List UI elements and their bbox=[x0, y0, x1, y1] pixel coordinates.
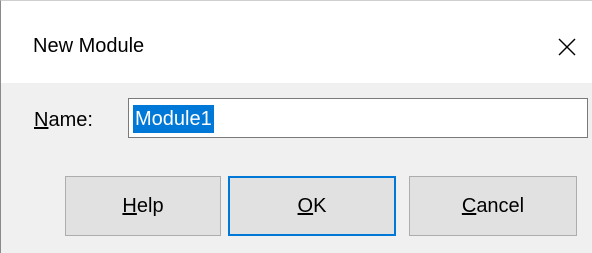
ok-button-mnemonic: O bbox=[297, 194, 314, 217]
cancel-button[interactable]: Cancel bbox=[409, 176, 577, 236]
help-button-mnemonic: H bbox=[122, 194, 137, 217]
ok-button[interactable]: OK bbox=[228, 176, 396, 236]
close-icon bbox=[557, 37, 577, 57]
dialog-title: New Module bbox=[33, 35, 145, 57]
name-input[interactable]: Module1 bbox=[128, 98, 588, 138]
help-button-label: elp bbox=[136, 194, 164, 217]
name-input-value: Module1 bbox=[133, 105, 214, 133]
name-label-text: ame: bbox=[48, 109, 93, 131]
help-button[interactable]: Help bbox=[65, 176, 221, 236]
ok-button-label: K bbox=[313, 194, 327, 217]
name-label-mnemonic: N bbox=[34, 109, 49, 131]
title-bar: New Module bbox=[1, 1, 592, 83]
close-button[interactable] bbox=[547, 27, 587, 67]
cancel-button-label: ancel bbox=[476, 194, 525, 217]
cancel-button-mnemonic: C bbox=[461, 194, 477, 217]
new-module-dialog: New Module Name: Module1 Help OK Cancel bbox=[0, 0, 592, 253]
name-label: Name: bbox=[34, 107, 93, 133]
